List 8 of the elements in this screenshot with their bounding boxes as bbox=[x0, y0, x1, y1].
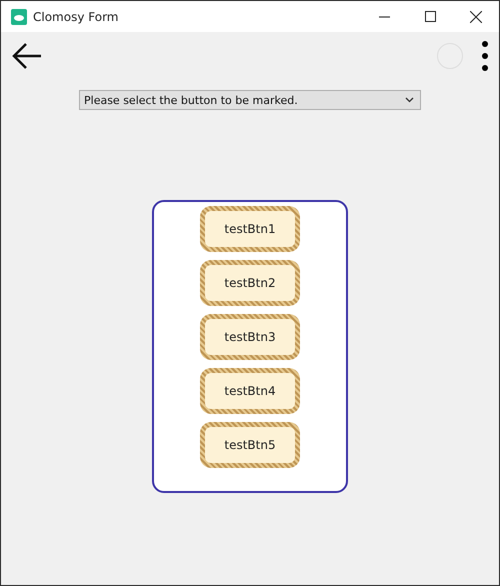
window-title: Clomosy Form bbox=[33, 10, 120, 24]
menu-icon[interactable] bbox=[481, 41, 489, 71]
back-arrow-icon[interactable] bbox=[11, 41, 43, 71]
maximize-icon[interactable] bbox=[424, 11, 436, 22]
button-select-dropdown[interactable]: Please select the button to be marked. bbox=[79, 90, 421, 110]
close-icon[interactable] bbox=[470, 10, 482, 22]
app-logo-icon bbox=[11, 8, 27, 24]
chevron-down-icon bbox=[405, 97, 414, 103]
